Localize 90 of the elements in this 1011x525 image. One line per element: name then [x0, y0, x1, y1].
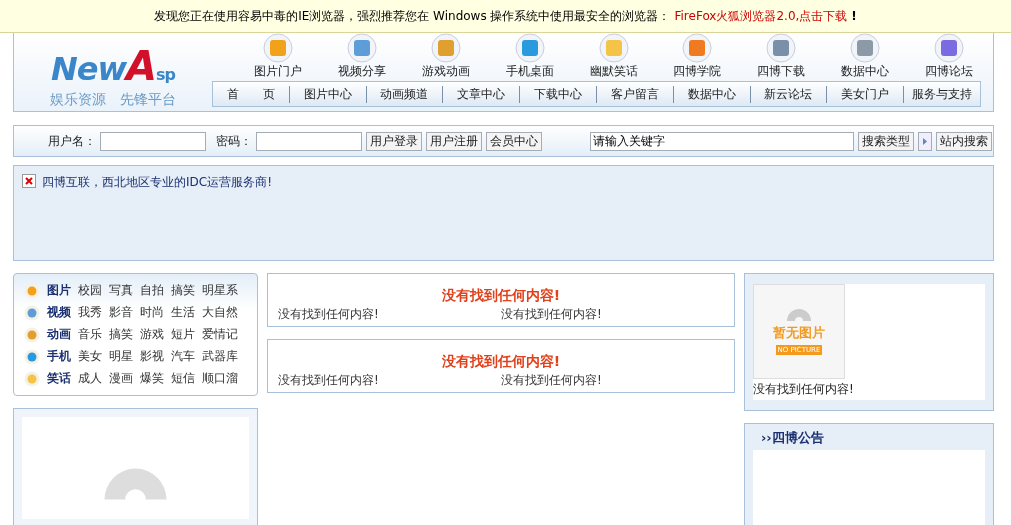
nav-icon [764, 33, 799, 63]
username-field[interactable] [100, 131, 206, 151]
login-button[interactable]: 用户登录 [366, 131, 422, 151]
nav-link[interactable]: 四博下载 [757, 63, 806, 80]
category-link[interactable]: 校园 [78, 282, 102, 299]
nav-icon [344, 33, 379, 63]
panel-title: ››四博公告 [760, 429, 825, 447]
category-link[interactable]: 搞笑 [171, 282, 195, 299]
nav-link[interactable]: 图片门户 [254, 63, 302, 80]
empty-message: 没有找到任何内容! [501, 372, 603, 389]
category-link[interactable]: 成人 [78, 370, 102, 387]
search-type-button[interactable]: 搜索类型 [858, 131, 914, 151]
browser-warning-text: 发现您正在使用容易中毒的IE浏览器，强烈推荐您在 Windows 操作系统中使用最安全的浏览器： [154, 7, 671, 25]
menu-item[interactable]: 数据中心 [672, 85, 750, 103]
nav-icon [428, 33, 463, 63]
exclamation-mark: ! [851, 9, 857, 23]
login-button[interactable]: 会员中心 [486, 131, 542, 151]
download-link[interactable]: FireFox火狐浏览器2.0,点击下载 [674, 7, 848, 25]
category-link[interactable]: 明星 [109, 348, 133, 365]
nav-icon [596, 33, 631, 63]
category-title[interactable]: 手机 [47, 348, 71, 365]
category-icon [24, 304, 40, 321]
password-label: 密码： [216, 132, 252, 150]
category-link[interactable]: 爱情记 [202, 326, 238, 343]
nav-icon [261, 33, 295, 63]
category-link[interactable]: 生活 [171, 304, 195, 321]
site-logo: NewAsp [51, 43, 175, 89]
category-link[interactable]: 美女 [78, 348, 102, 365]
category-link[interactable]: 音乐 [78, 326, 102, 343]
menu-item[interactable]: 动画频道 [365, 85, 443, 103]
category-icon [24, 326, 40, 343]
category-link[interactable]: 武器库 [202, 348, 238, 365]
nav-icon [680, 33, 715, 63]
category-link[interactable]: 游戏 [140, 326, 164, 343]
username-label: 用户名： [48, 132, 96, 150]
menu-item[interactable]: 美女门户 [826, 85, 904, 103]
search-button[interactable]: 站内搜索 [936, 131, 992, 151]
category-icon [24, 370, 40, 387]
category-link[interactable]: 短信 [171, 370, 195, 387]
empty-heading: 没有找到任何内容! [440, 353, 562, 371]
menu-item[interactable]: 首 页 [213, 85, 289, 103]
nav-link[interactable]: 幽默笑话 [589, 63, 638, 80]
category-title[interactable]: 视频 [47, 304, 71, 321]
nav-link[interactable]: 游戏动画 [421, 63, 470, 80]
menu-item[interactable]: 文章中心 [442, 85, 520, 103]
search-field[interactable]: 请输入关键字 [590, 131, 854, 151]
empty-message: 没有找到任何内容! [501, 306, 603, 323]
password-field[interactable] [256, 131, 362, 151]
menu-item[interactable]: 服务与支持 [903, 85, 980, 103]
category-title[interactable]: 动画 [47, 326, 71, 343]
category-link[interactable]: 影视 [140, 348, 164, 365]
category-link[interactable]: 我秀 [78, 304, 102, 321]
category-link[interactable]: 汽车 [171, 348, 195, 365]
category-link[interactable]: 短片 [171, 326, 195, 343]
menu-item[interactable]: 客户留言 [596, 85, 673, 103]
category-link[interactable]: 爆笑 [140, 370, 164, 387]
empty-message: 没有找到任何内容! [278, 306, 380, 323]
menu-item[interactable]: 下载中心 [519, 85, 596, 103]
category-link[interactable]: 时尚 [140, 304, 164, 321]
category-link[interactable]: 自拍 [140, 282, 164, 299]
category-link[interactable]: 顺口溜 [202, 370, 238, 387]
empty-heading: 没有找到任何内容! [440, 287, 562, 305]
category-link[interactable]: 大自然 [202, 304, 238, 321]
empty-message: 没有找到任何内容! [278, 372, 380, 389]
no-picture-title: 暂无图片 [773, 323, 825, 342]
category-title[interactable]: 笑话 [47, 370, 71, 387]
question-mark-icon [787, 308, 811, 321]
broken-image-icon [22, 174, 36, 188]
category-title[interactable]: 图片 [47, 282, 71, 299]
nav-icon [512, 33, 547, 63]
nav-link[interactable]: 四博学院 [673, 63, 722, 80]
category-link[interactable]: 影音 [109, 304, 133, 321]
nav-link[interactable]: 数据中心 [841, 63, 890, 80]
nav-link[interactable]: 视频分享 [337, 63, 386, 80]
photo-caption: 没有找到任何内容! [753, 381, 855, 398]
category-icon [24, 282, 40, 299]
announcement-text: 四博互联，西北地区专业的IDC运营服务商! [42, 174, 272, 191]
nav-link[interactable]: 手机桌面 [505, 63, 554, 80]
category-link[interactable]: 搞笑 [109, 326, 133, 343]
nav-link[interactable]: 四博论坛 [925, 63, 973, 80]
nav-icon [932, 33, 966, 63]
category-link[interactable]: 明星系 [202, 282, 238, 299]
nav-icon [848, 33, 883, 63]
category-link[interactable]: 写真 [109, 282, 133, 299]
menu-item[interactable]: 新云论坛 [749, 85, 827, 103]
category-link[interactable]: 漫画 [109, 370, 133, 387]
category-icon [24, 348, 40, 365]
slogan: 娱乐资源 先锋平台 [50, 91, 176, 109]
menu-item[interactable]: 图片中心 [288, 85, 366, 103]
login-button[interactable]: 用户注册 [426, 131, 482, 151]
